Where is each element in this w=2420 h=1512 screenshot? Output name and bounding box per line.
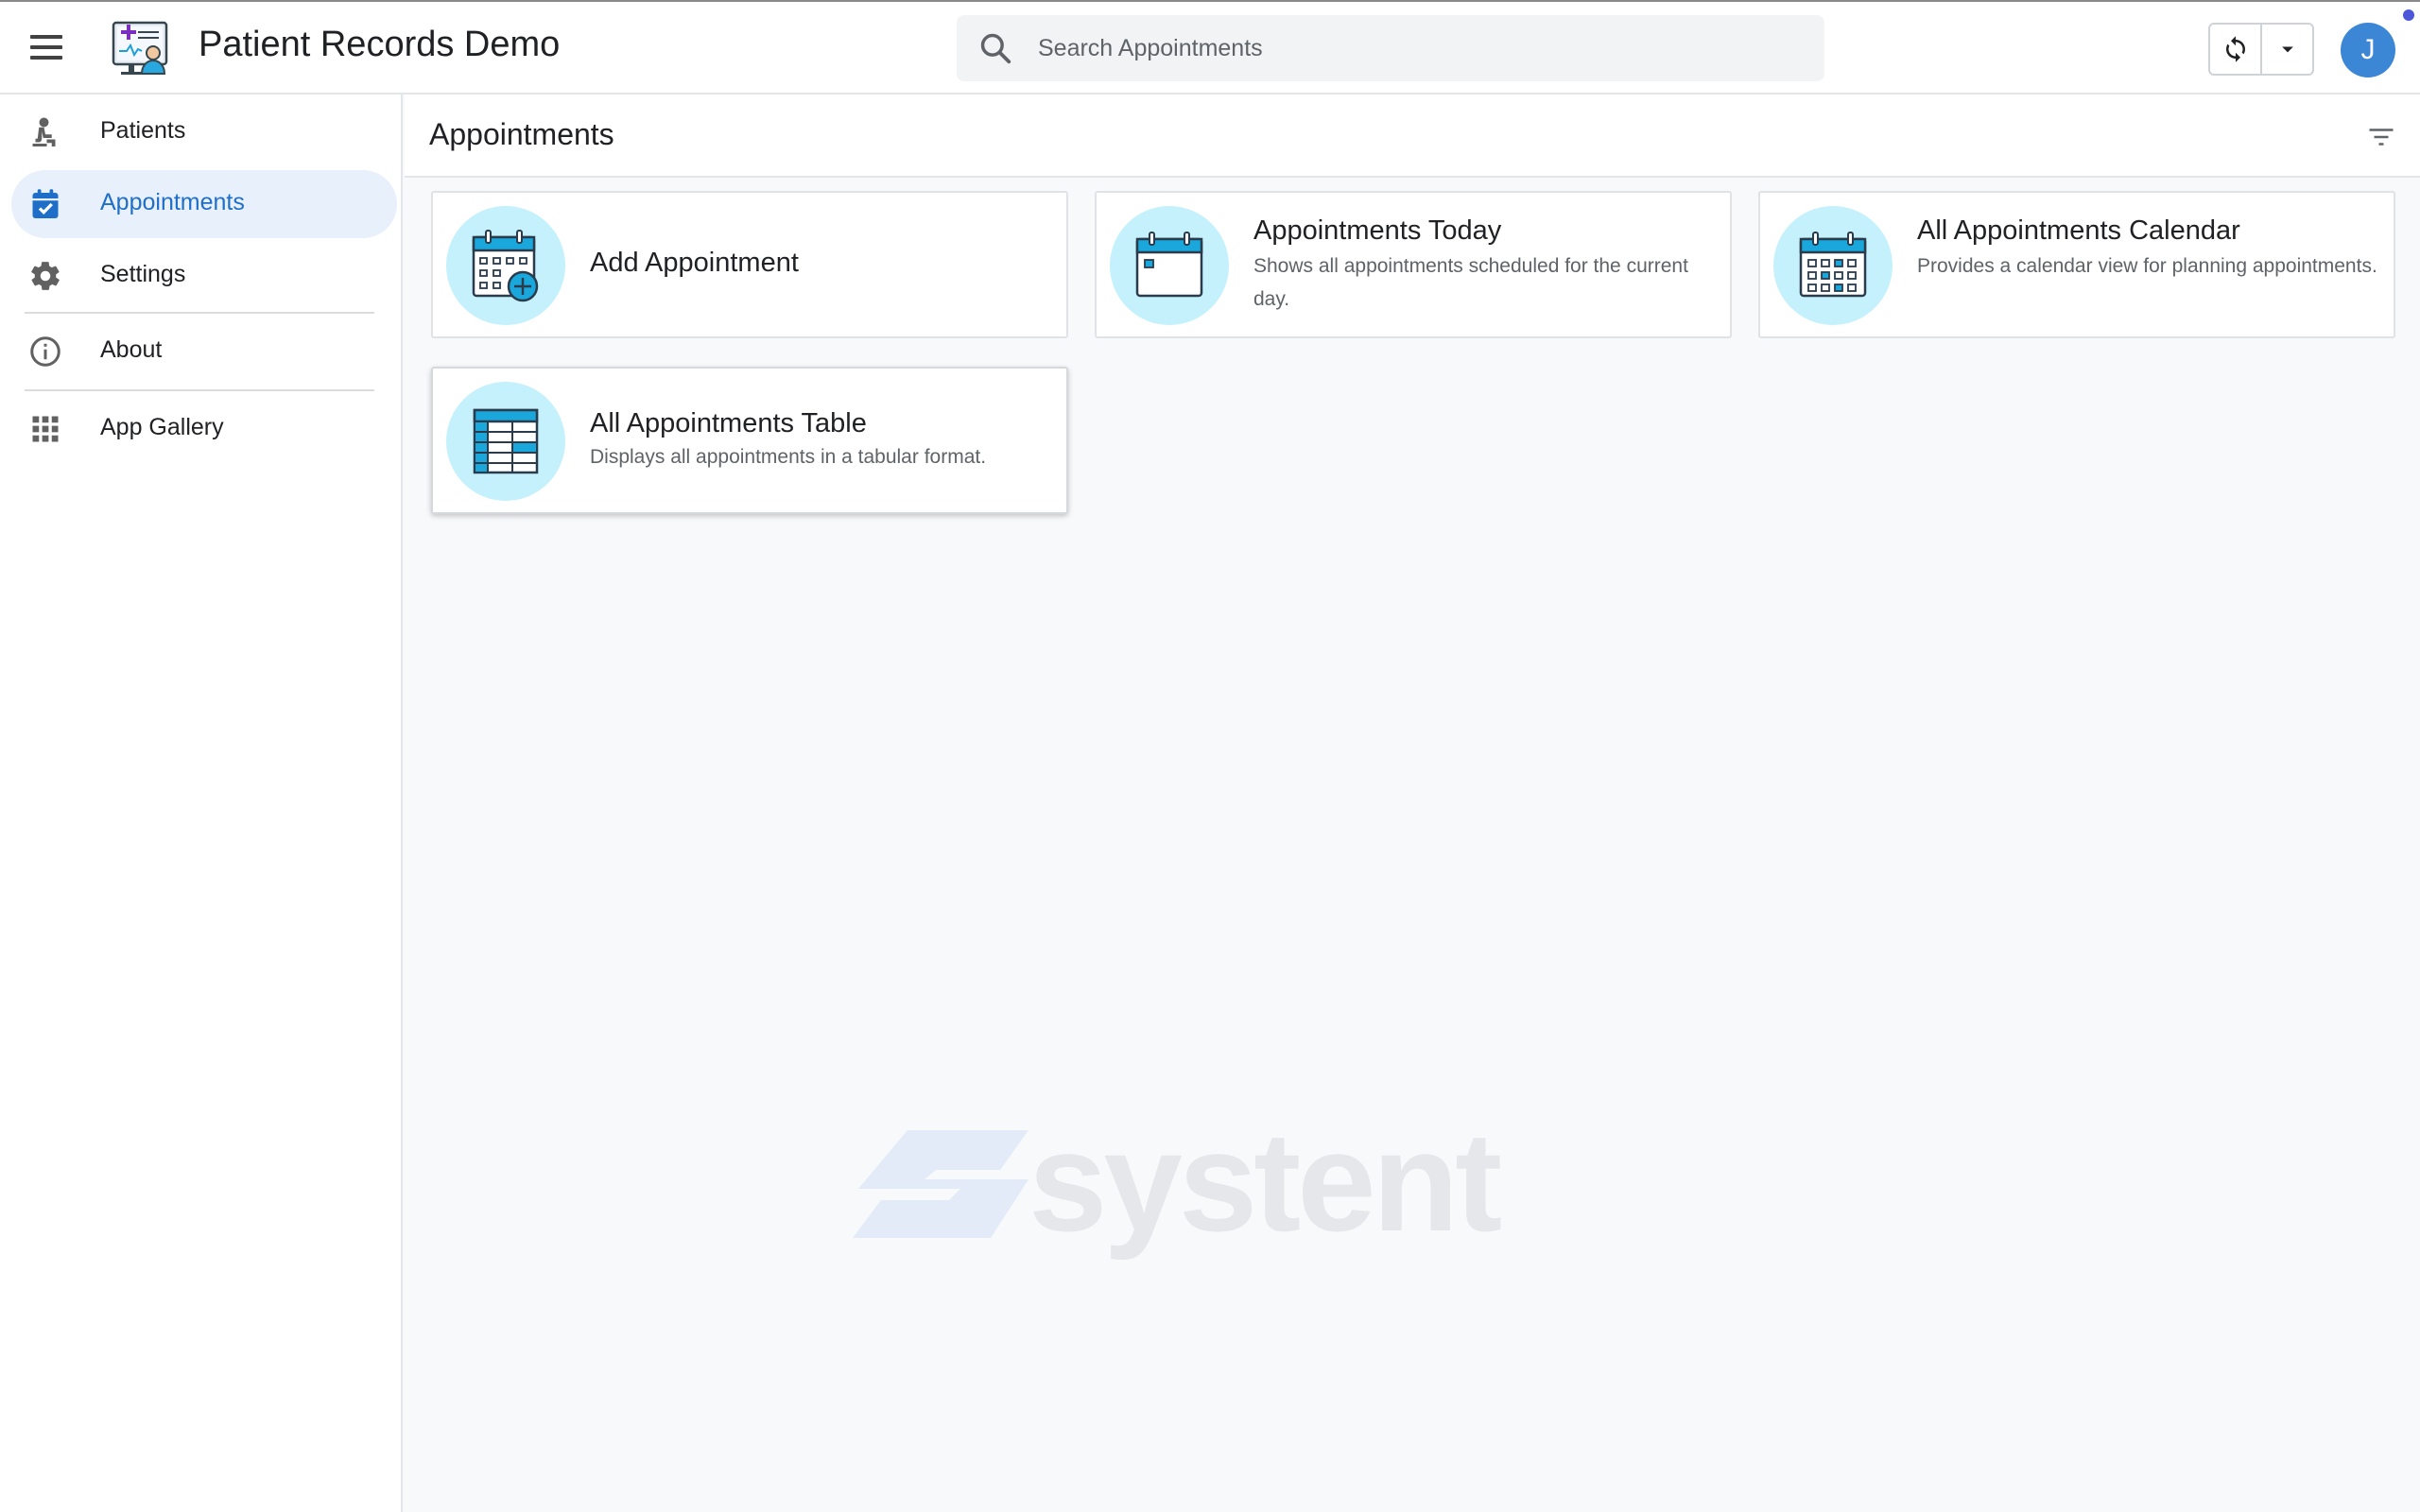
card-all-appointments-table[interactable]: All Appointments Table Displays all appo… [431, 367, 1068, 514]
card-icon-circle [1773, 206, 1893, 325]
card-description: Displays all appointments in a tabular f… [590, 446, 987, 468]
sidebar-nav: Patients Appointments Settings About App… [0, 94, 403, 1512]
sync-dropdown-button[interactable] [2262, 25, 2312, 74]
sidebar-divider [25, 312, 374, 314]
patient-icon [32, 117, 56, 146]
sidebar-item-label: App Gallery [100, 414, 224, 440]
page-header: Appointments [405, 94, 2420, 178]
sync-button[interactable] [2210, 25, 2262, 74]
card-description: Provides a calendar view for planning ap… [1917, 255, 2377, 277]
sidebar-item-patients[interactable]: Patients [11, 98, 397, 166]
sidebar-item-label: Settings [100, 261, 186, 287]
sidebar-item-label: About [100, 336, 163, 363]
hamburger-menu-icon[interactable] [23, 21, 70, 74]
card-title: All Appointments Table [590, 408, 867, 438]
sidebar-item-app-gallery[interactable]: App Gallery [11, 395, 397, 463]
sidebar-item-label: Patients [100, 117, 186, 144]
calendar-add-icon [472, 230, 539, 302]
table-icon [473, 408, 539, 474]
search-bar[interactable] [957, 15, 1824, 81]
page-title: Appointments [429, 117, 614, 151]
top-app-bar: Patient Records Demo J [0, 0, 2420, 94]
search-input[interactable] [1038, 25, 1794, 72]
watermark-text: systent [1028, 1119, 1501, 1261]
notification-dot [2403, 9, 2414, 21]
caret-down-icon [2281, 46, 2293, 53]
app-title: Patient Records Demo [199, 25, 561, 64]
card-description: Shows all appointments scheduled for the… [1253, 255, 1688, 310]
gear-icon [31, 262, 60, 290]
info-icon [30, 336, 60, 367]
sync-icon [2225, 36, 2245, 62]
card-appointments-today[interactable]: Appointments Today Shows all appointment… [1095, 191, 1732, 338]
calendar-check-icon [32, 189, 59, 218]
sidebar-item-about[interactable]: About [11, 318, 397, 386]
sync-button-group [2208, 23, 2314, 76]
card-title: All Appointments Calendar [1917, 215, 2240, 246]
card-icon-circle [1110, 206, 1229, 325]
calendar-day-icon [1135, 232, 1203, 298]
app-logo-icon [112, 21, 168, 75]
user-avatar[interactable]: J [2341, 23, 2395, 77]
systent-watermark-logo: systent [853, 1119, 1505, 1261]
sidebar-divider [25, 389, 374, 391]
grid-icon [32, 416, 59, 442]
calendar-month-icon [1799, 232, 1867, 298]
filter-icon[interactable] [2367, 123, 2395, 151]
sidebar-item-label: Appointments [100, 189, 245, 215]
sidebar-item-settings[interactable]: Settings [11, 242, 397, 310]
card-add-appointment[interactable]: Add Appointment [431, 191, 1068, 338]
card-icon-circle [446, 382, 565, 501]
card-title: Add Appointment [590, 248, 799, 278]
card-all-appointments-calendar[interactable]: All Appointments Calendar Provides a cal… [1758, 191, 2395, 338]
card-icon-circle [446, 206, 565, 325]
main-content: Appointments Add Appointment Appointment… [405, 94, 2420, 1512]
card-title: Appointments Today [1253, 215, 1502, 246]
sidebar-item-appointments[interactable]: Appointments [11, 170, 397, 238]
search-icon [980, 33, 1011, 64]
